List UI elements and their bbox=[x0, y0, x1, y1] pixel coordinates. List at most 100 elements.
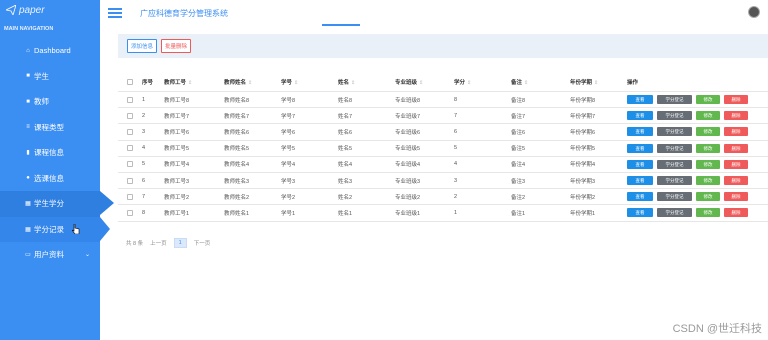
cell-credits: 6 bbox=[454, 128, 458, 135]
register-credit-button[interactable]: 学分登记 bbox=[657, 176, 692, 186]
row-checkbox[interactable] bbox=[118, 161, 140, 168]
edit-button[interactable]: 修改 bbox=[696, 127, 720, 137]
sidebar-item-course-types[interactable]: ≡ 课程类型 bbox=[0, 115, 100, 141]
pager-prev-button[interactable]: 上一页 bbox=[150, 239, 167, 247]
hamburger-menu-icon[interactable] bbox=[108, 8, 122, 18]
view-button[interactable]: 查看 bbox=[627, 208, 653, 218]
header-teacher-name[interactable]: 教师姓名 ⇳ bbox=[222, 78, 279, 86]
row-checkbox[interactable] bbox=[118, 145, 140, 152]
app-root: paper MAIN NAVIGATION ⌂ Dashboard ■ 学生 ■… bbox=[0, 0, 768, 340]
register-credit-button[interactable]: 学分登记 bbox=[657, 159, 692, 169]
edit-button[interactable]: 修改 bbox=[696, 95, 720, 105]
cell-student-id: 学号5 bbox=[281, 146, 296, 153]
register-credit-button[interactable]: 学分登记 bbox=[657, 208, 692, 218]
edit-button[interactable]: 修改 bbox=[696, 143, 720, 153]
square-icon: ■ bbox=[26, 98, 30, 105]
cell-student-name: 姓名1 bbox=[338, 210, 353, 217]
delete-button[interactable]: 删除 bbox=[724, 143, 748, 153]
view-button[interactable]: 查看 bbox=[627, 176, 653, 186]
row-checkbox[interactable] bbox=[118, 209, 140, 216]
sidebar-item-enrollment[interactable]: ● 选课信息 bbox=[0, 166, 100, 192]
sidebar-item-label: 用户资料 bbox=[34, 250, 64, 260]
cell-teacher-id: 教师工号7 bbox=[164, 113, 190, 120]
sidebar-item-student-credits[interactable]: ▦ 学生学分 bbox=[0, 191, 114, 217]
cell-class: 专业班级5 bbox=[395, 146, 421, 153]
cell-student-id: 学号3 bbox=[281, 178, 296, 185]
cell-teacher-name: 教师姓名1 bbox=[224, 210, 250, 217]
sort-icon: ⇳ bbox=[594, 79, 599, 86]
cell-student-name: 姓名3 bbox=[338, 178, 353, 185]
edit-button[interactable]: 修改 bbox=[696, 111, 720, 121]
row-checkbox[interactable] bbox=[118, 177, 140, 184]
sidebar-item-credit-records[interactable]: ▦ 学分记录 bbox=[0, 216, 110, 242]
row-checkbox[interactable] bbox=[118, 128, 140, 135]
header-label: 学分 bbox=[454, 79, 466, 86]
row-checkbox[interactable] bbox=[118, 193, 140, 200]
row-checkbox[interactable] bbox=[118, 96, 140, 103]
add-button[interactable]: 添加信息 bbox=[127, 39, 158, 53]
cell-index: 6 bbox=[142, 177, 146, 184]
register-credit-button[interactable]: 学分登记 bbox=[657, 111, 692, 121]
paper-plane-icon bbox=[6, 5, 16, 15]
row-checkbox[interactable] bbox=[118, 112, 140, 119]
header-student-name[interactable]: 姓名 ⇳ bbox=[336, 78, 393, 86]
header-class[interactable]: 专业班级 ⇳ bbox=[393, 78, 452, 86]
delete-button[interactable]: 删除 bbox=[724, 127, 748, 137]
sidebar-item-students[interactable]: ■ 学生 bbox=[0, 64, 100, 90]
cell-credits: 4 bbox=[454, 161, 458, 168]
cell-index: 3 bbox=[142, 128, 146, 135]
register-credit-button[interactable]: 学分登记 bbox=[657, 127, 692, 137]
sort-icon: ⇳ bbox=[188, 79, 193, 86]
card-icon: ▭ bbox=[25, 252, 31, 259]
header-label: 学号 bbox=[281, 79, 293, 86]
logo[interactable]: paper bbox=[0, 0, 100, 20]
view-button[interactable]: 查看 bbox=[627, 127, 653, 137]
sidebar-item-course-info[interactable]: ▮ 课程信息 bbox=[0, 140, 100, 166]
cell-index: 2 bbox=[142, 112, 146, 119]
sidebar-item-dashboard[interactable]: ⌂ Dashboard bbox=[0, 38, 100, 64]
avatar[interactable] bbox=[748, 6, 760, 18]
cell-teacher-id: 教师工号8 bbox=[164, 97, 190, 104]
cell-term: 年份学期7 bbox=[570, 113, 596, 120]
pagination: 共 8 条 上一页 1 下一页 bbox=[126, 238, 210, 248]
cell-student-name: 姓名5 bbox=[338, 146, 353, 153]
edit-button[interactable]: 修改 bbox=[696, 208, 720, 218]
pager-current-page[interactable]: 1 bbox=[173, 238, 187, 248]
delete-button[interactable]: 删除 bbox=[724, 208, 748, 218]
edit-button[interactable]: 修改 bbox=[696, 159, 720, 169]
register-credit-button[interactable]: 学分登记 bbox=[657, 192, 692, 202]
cell-class: 专业班级3 bbox=[395, 178, 421, 185]
delete-button[interactable]: 删除 bbox=[724, 111, 748, 121]
batch-delete-button[interactable]: 批量删除 bbox=[161, 39, 192, 53]
header-credits[interactable]: 学分 ⇳ bbox=[452, 78, 509, 86]
cell-student-id: 学号2 bbox=[281, 194, 296, 201]
register-credit-button[interactable]: 学分登记 bbox=[657, 143, 692, 153]
sidebar-item-user-profile[interactable]: ▭ 用户资料 ⌄ bbox=[0, 242, 100, 268]
delete-button[interactable]: 删除 bbox=[724, 176, 748, 186]
view-button[interactable]: 查看 bbox=[627, 159, 653, 169]
register-credit-button[interactable]: 学分登记 bbox=[657, 95, 692, 105]
header-notes[interactable]: 备注 ⇳ bbox=[509, 78, 568, 86]
pager-next-button[interactable]: 下一页 bbox=[194, 239, 211, 247]
edit-button[interactable]: 修改 bbox=[696, 176, 720, 186]
chevron-down-icon: ⌄ bbox=[84, 252, 90, 259]
view-button[interactable]: 查看 bbox=[627, 143, 653, 153]
view-button[interactable]: 查看 bbox=[627, 95, 653, 105]
edit-button[interactable]: 修改 bbox=[696, 192, 720, 202]
logo-text: paper bbox=[19, 4, 45, 16]
sidebar-item-teachers[interactable]: ■ 教师 bbox=[0, 89, 100, 115]
select-all-checkbox[interactable] bbox=[118, 78, 140, 85]
cell-term: 年份学期1 bbox=[570, 210, 596, 217]
delete-button[interactable]: 删除 bbox=[724, 159, 748, 169]
table-row: 3 教师工号6 教师姓名6 学号6 姓名6 专业班级6 6 备注6 年份学期6 查看 学分登记 修改删… bbox=[118, 124, 768, 141]
header-term[interactable]: 年份学期 ⇳ bbox=[568, 78, 625, 86]
header-teacher-id[interactable]: 教师工号 ⇳ bbox=[162, 78, 222, 86]
cell-class: 专业班级4 bbox=[395, 162, 421, 169]
delete-button[interactable]: 删除 bbox=[724, 192, 748, 202]
header-student-id[interactable]: 学号 ⇳ bbox=[279, 78, 336, 86]
view-button[interactable]: 查看 bbox=[627, 111, 653, 121]
cell-notes: 备注5 bbox=[511, 146, 526, 153]
view-button[interactable]: 查看 bbox=[627, 192, 653, 202]
delete-button[interactable]: 删除 bbox=[724, 95, 748, 105]
watermark: CSDN @世迁科技 bbox=[672, 323, 762, 335]
